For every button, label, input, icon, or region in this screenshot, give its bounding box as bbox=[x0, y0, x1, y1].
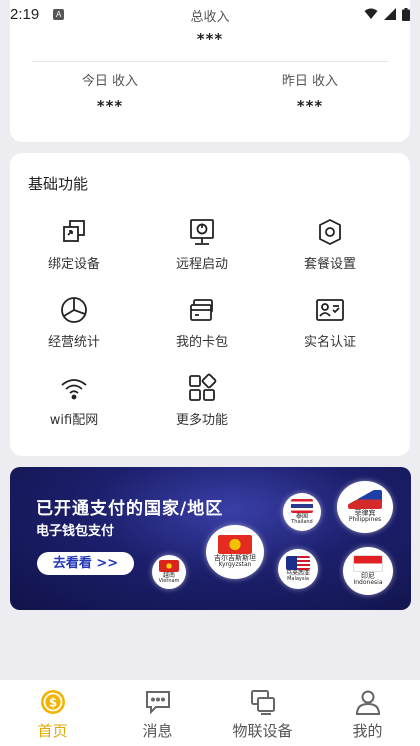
thailand-flag: 泰国 Thailand bbox=[283, 493, 321, 531]
basic-functions-card: 基础功能 绑定设备 远程启动 套餐设置 经营统计 我的卡包 实名认证 wifi配… bbox=[10, 153, 410, 456]
tab-profile[interactable]: 我的 bbox=[315, 680, 420, 746]
remote-start-button[interactable]: 远程启动 bbox=[138, 217, 266, 287]
status-time: 2:19 bbox=[10, 5, 40, 23]
yesterday-income-label: 昨日 收入 bbox=[281, 74, 339, 89]
philippines-flag-icon bbox=[348, 490, 382, 510]
today-income: 今日 收入 *** bbox=[10, 70, 210, 115]
bottom-tab-bar: $ 首页 消息 物联设备 我的 bbox=[0, 680, 420, 746]
thailand-flag-icon bbox=[290, 498, 314, 513]
income-divider bbox=[32, 61, 388, 62]
yesterday-income-value: *** bbox=[296, 97, 324, 115]
business-stats-button[interactable]: 经营统计 bbox=[10, 295, 138, 365]
message-icon bbox=[145, 691, 170, 715]
indonesia-flag: 印尼 Indonesia bbox=[343, 547, 393, 595]
vietnam-flag-icon bbox=[158, 559, 180, 572]
payment-countries-banner[interactable]: 已开通支付的国家/地区 电子钱包支付 去看看 >> 泰国 Thailand 菲律… bbox=[10, 467, 411, 610]
flag-label-en: Indonesia bbox=[353, 579, 383, 587]
tab-iot-devices-label: 物联设备 bbox=[232, 722, 293, 740]
bind-device-button[interactable]: 绑定设备 bbox=[10, 217, 138, 287]
flag-label-en: Philippines bbox=[348, 516, 382, 524]
pie-chart-icon bbox=[61, 297, 87, 323]
today-income-value: *** bbox=[96, 97, 124, 115]
tab-profile-label: 我的 bbox=[352, 722, 383, 740]
real-name-auth-button[interactable]: 实名认证 bbox=[266, 295, 394, 365]
more-functions-label: 更多功能 bbox=[175, 413, 228, 428]
cell-signal-icon bbox=[384, 8, 396, 20]
card-wallet-label: 我的卡包 bbox=[175, 335, 228, 350]
wifi-signal-icon bbox=[364, 8, 378, 19]
battery-icon bbox=[402, 7, 410, 21]
flag-label-en: Vietnam bbox=[158, 577, 180, 584]
flag-label-en: Kyrgyzstan bbox=[218, 561, 252, 569]
notification-icon: A bbox=[53, 8, 65, 20]
tab-messages[interactable]: 消息 bbox=[105, 680, 210, 746]
home-dollar-icon: $ bbox=[40, 690, 65, 714]
wifi-config-button[interactable]: wifi配网 bbox=[10, 373, 138, 443]
profile-icon bbox=[355, 690, 380, 715]
card-wallet-icon bbox=[190, 299, 213, 321]
package-settings-icon bbox=[319, 218, 341, 246]
malaysia-flag-icon bbox=[286, 555, 310, 570]
view-more-button[interactable]: 去看看 >> bbox=[37, 552, 134, 575]
business-stats-label: 经营统计 bbox=[47, 335, 100, 350]
bind-device-icon bbox=[63, 220, 85, 242]
banner-title: 已开通支付的国家/地区 bbox=[36, 499, 224, 519]
id-card-icon bbox=[316, 299, 344, 321]
more-functions-button[interactable]: 更多功能 bbox=[138, 373, 266, 443]
package-settings-label: 套餐设置 bbox=[303, 257, 356, 272]
wifi-icon bbox=[61, 379, 87, 400]
tab-home[interactable]: $ 首页 bbox=[0, 680, 105, 746]
status-bar: 2:19 A bbox=[0, 0, 420, 28]
section-title: 基础功能 bbox=[28, 175, 89, 193]
flag-label-en: Malaysia bbox=[287, 575, 309, 582]
yesterday-income: 昨日 收入 *** bbox=[210, 70, 410, 115]
kyrgyzstan-flag: 吉尔吉斯斯坦 Kyrgyzstan bbox=[206, 525, 264, 579]
svg-text:$: $ bbox=[48, 696, 56, 710]
tab-iot-devices[interactable]: 物联设备 bbox=[210, 680, 315, 746]
flag-label-en: Thailand bbox=[291, 518, 313, 525]
tab-messages-label: 消息 bbox=[142, 722, 173, 740]
wifi-config-label: wifi配网 bbox=[49, 413, 99, 428]
kyrgyzstan-flag-icon bbox=[217, 534, 253, 555]
indonesia-flag-icon bbox=[353, 555, 383, 573]
package-settings-button[interactable]: 套餐设置 bbox=[266, 217, 394, 287]
status-indicators bbox=[364, 7, 410, 21]
malaysia-flag: 马来西亚 Malaysia bbox=[278, 549, 318, 589]
remote-start-label: 远程启动 bbox=[175, 257, 228, 272]
iot-device-icon bbox=[250, 690, 275, 715]
real-name-auth-label: 实名认证 bbox=[303, 335, 356, 350]
more-grid-icon bbox=[189, 373, 217, 401]
remote-start-icon bbox=[190, 219, 214, 245]
vietnam-flag: 越南 Vietnam bbox=[152, 555, 186, 589]
tab-home-label: 首页 bbox=[37, 722, 68, 740]
bind-device-label: 绑定设备 bbox=[47, 257, 100, 272]
today-income-label: 今日 收入 bbox=[81, 74, 139, 89]
philippines-flag: 菲律宾 Philippines bbox=[337, 481, 393, 533]
total-income-value: *** bbox=[196, 30, 224, 48]
banner-subtitle: 电子钱包支付 bbox=[36, 524, 115, 539]
card-wallet-button[interactable]: 我的卡包 bbox=[138, 295, 266, 365]
